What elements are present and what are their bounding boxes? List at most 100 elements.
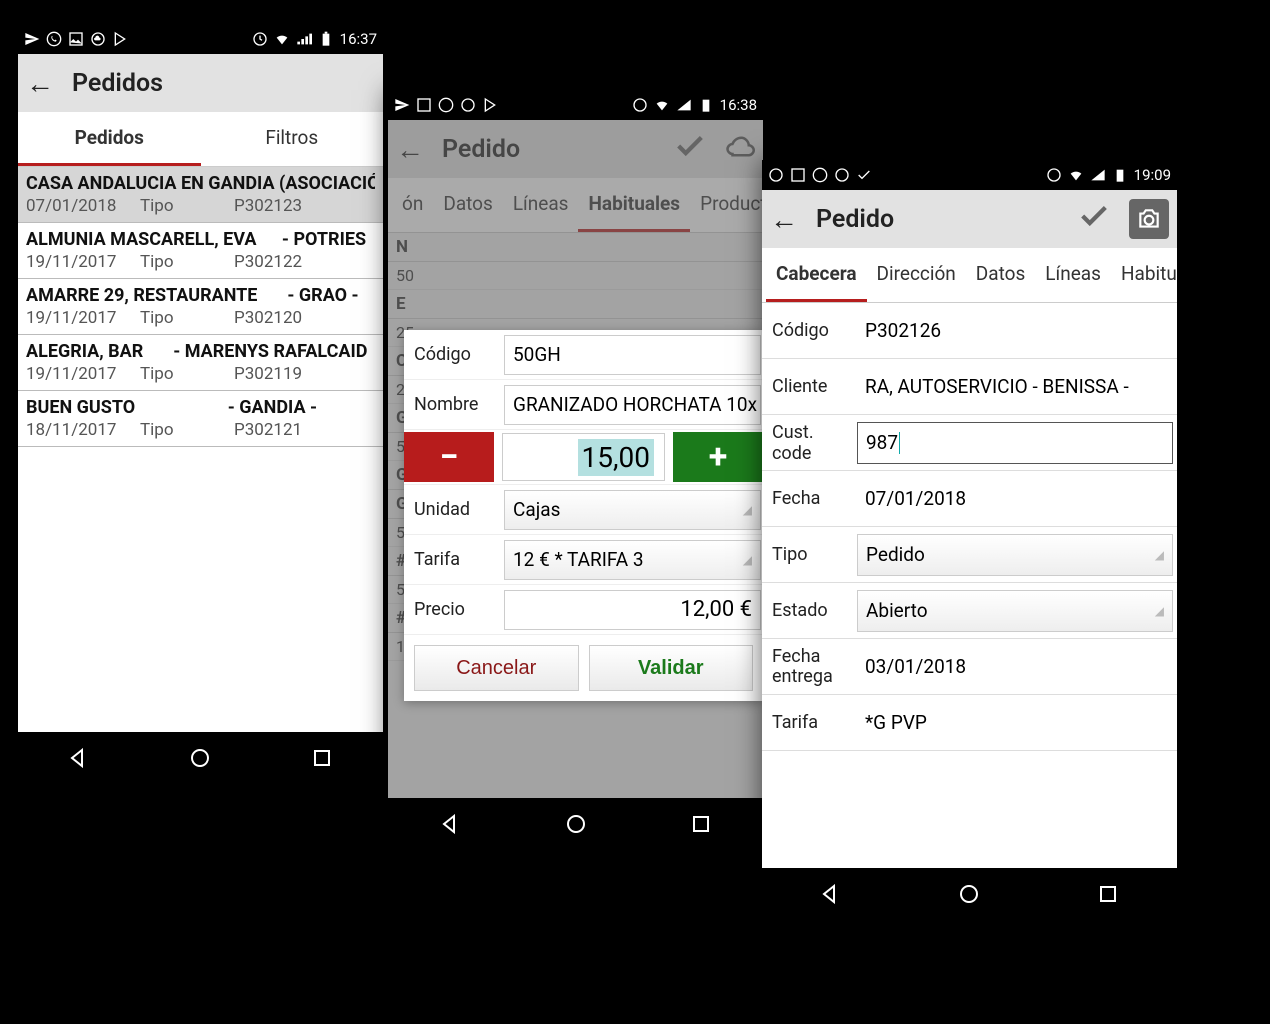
tab-productos[interactable]: Productos [690, 178, 763, 232]
order-name: ALEGRIA, BAR [26, 341, 143, 362]
validate-button[interactable]: Validar [589, 645, 754, 691]
cloud-icon [460, 97, 476, 113]
entrega-field[interactable]: 03/01/2018 [857, 646, 1173, 688]
status-bar: 16:37 [18, 24, 383, 54]
order-type: Tipo [140, 308, 220, 328]
cancel-button[interactable]: Cancelar [414, 645, 579, 691]
phone-pedido-dialog: 16:38 ← Pedido ón Datos Líneas Habituale… [388, 90, 763, 850]
nav-home-icon[interactable] [957, 882, 981, 906]
bg-h: N [396, 237, 408, 257]
wifi-icon [1068, 167, 1084, 183]
nav-home-icon[interactable] [564, 812, 588, 836]
codigo-field[interactable]: 50GH [504, 335, 761, 375]
check-icon [856, 167, 872, 183]
cloud-sync-icon[interactable] [725, 134, 755, 164]
estado-select[interactable]: Abierto◢ [857, 590, 1173, 632]
back-button[interactable]: ← [770, 203, 798, 236]
order-date: 18/11/2017 [26, 420, 126, 440]
nombre-field[interactable]: GRANIZADO HORCHATA 10x [504, 385, 761, 425]
order-name: AMARRE 29, RESTAURANTE [26, 285, 257, 306]
sync-icon [1046, 167, 1062, 183]
tab-datos[interactable]: Datos [966, 248, 1035, 302]
confirm-button[interactable] [673, 129, 707, 170]
tab-filtros[interactable]: Filtros [201, 112, 384, 166]
order-item[interactable]: AMARRE 29, RESTAURANTE - GRAO - 19/11/20… [18, 279, 383, 335]
camera-button[interactable] [1129, 199, 1169, 239]
order-code: P302123 [234, 196, 302, 216]
nav-back-icon[interactable] [67, 746, 91, 770]
tab-direccion[interactable]: Dirección [867, 248, 966, 302]
tab-pedidos[interactable]: Pedidos [18, 112, 201, 166]
plus-button[interactable]: + [673, 432, 763, 482]
order-code: P302121 [234, 420, 302, 440]
tab-lineas[interactable]: Líneas [503, 178, 579, 232]
sync-icon [632, 97, 648, 113]
nav-recent-icon[interactable] [689, 812, 713, 836]
estado-label: Estado [762, 600, 857, 621]
nav-back-icon[interactable] [819, 882, 843, 906]
app-header: ← Pedido [762, 190, 1177, 248]
orders-list[interactable]: CASA ANDALUCIA EN GANDIA (ASOCIACIÓN 07/… [18, 167, 383, 732]
nav-back-icon[interactable] [439, 812, 463, 836]
order-date: 19/11/2017 [26, 364, 126, 384]
nav-recent-icon[interactable] [310, 746, 334, 770]
tabs: ón Datos Líneas Habituales Productos T [388, 178, 763, 233]
unidad-label: Unidad [404, 499, 504, 520]
signal-icon [296, 31, 312, 47]
tarifa-label: Tarifa [762, 712, 857, 733]
image-icon [790, 167, 806, 183]
confirm-button[interactable] [1077, 199, 1111, 240]
order-item[interactable]: ALMUNIA MASCARELL, EVA - POTRIES 19/11/2… [18, 223, 383, 279]
quantity-field[interactable]: 15,00 [502, 433, 665, 481]
tab-habituales[interactable]: Habituales [1111, 248, 1177, 302]
phone-pedidos-list: 16:37 ← Pedidos Pedidos Filtros CASA AND… [18, 24, 383, 784]
precio-label: Precio [404, 599, 504, 620]
battery-icon [698, 97, 714, 113]
battery-icon [318, 31, 334, 47]
tab-cabecera[interactable]: Cabecera [766, 248, 867, 302]
nav-home-icon[interactable] [188, 746, 212, 770]
tarifa-select[interactable]: 12 € * TARIFA 3◢ [504, 540, 761, 580]
cliente-label: Cliente [762, 376, 857, 397]
header-title: Pedido [442, 135, 520, 164]
status-bar: 19:09 [762, 160, 1177, 190]
cloud-icon [90, 31, 106, 47]
cliente-field[interactable]: RA, AUTOSERVICIO - BENISSA - [857, 366, 1173, 408]
order-item[interactable]: BUEN GUSTO - GANDIA - 18/11/2017TipoP302… [18, 391, 383, 447]
image-icon [416, 97, 432, 113]
tab-habituales[interactable]: Habituales [578, 178, 690, 232]
tarifa-label: Tarifa [404, 549, 504, 570]
order-item[interactable]: CASA ANDALUCIA EN GANDIA (ASOCIACIÓN 07/… [18, 167, 383, 223]
order-name: ALMUNIA MASCARELL, EVA [26, 229, 256, 250]
order-date: 19/11/2017 [26, 252, 126, 272]
tab-datos[interactable]: Datos [433, 178, 502, 232]
entrega-label: Fecha entrega [762, 647, 857, 687]
tipo-select[interactable]: Pedido◢ [857, 534, 1173, 576]
minus-button[interactable]: − [404, 432, 494, 482]
unidad-select[interactable]: Cajas◢ [504, 490, 761, 530]
back-button[interactable]: ← [26, 67, 54, 100]
nav-bar [388, 798, 763, 850]
order-type: Tipo [140, 364, 220, 384]
cust-code-label: Cust. code [762, 422, 857, 464]
tab-direccion-partial[interactable]: ón [392, 178, 433, 232]
tab-lineas[interactable]: Líneas [1035, 248, 1111, 302]
order-form: Código P302126 Cliente RA, AUTOSERVICIO … [762, 303, 1177, 868]
order-item[interactable]: ALEGRIA, BAR - MARENYS RAFALCAID 19/11/2… [18, 335, 383, 391]
phone-pedido-form: 19:09 ← Pedido Cabecera Dirección Datos … [762, 160, 1177, 920]
whatsapp-icon [438, 97, 454, 113]
codigo-label: Código [762, 320, 857, 341]
tabs: Cabecera Dirección Datos Líneas Habitual… [762, 248, 1177, 303]
nombre-label: Nombre [404, 394, 504, 415]
nav-recent-icon[interactable] [1096, 882, 1120, 906]
cust-code-input[interactable]: 987 [857, 422, 1173, 464]
codigo-label: Código [404, 344, 504, 365]
tarifa-field[interactable]: *G PVP [857, 702, 1173, 744]
nav-bar [762, 868, 1177, 920]
wifi-icon [274, 31, 290, 47]
precio-field[interactable]: 12,00 € [504, 590, 761, 630]
back-button[interactable]: ← [396, 133, 424, 166]
clock: 16:37 [340, 30, 377, 48]
send-icon [24, 31, 40, 47]
fecha-field[interactable]: 07/01/2018 [857, 478, 1173, 520]
